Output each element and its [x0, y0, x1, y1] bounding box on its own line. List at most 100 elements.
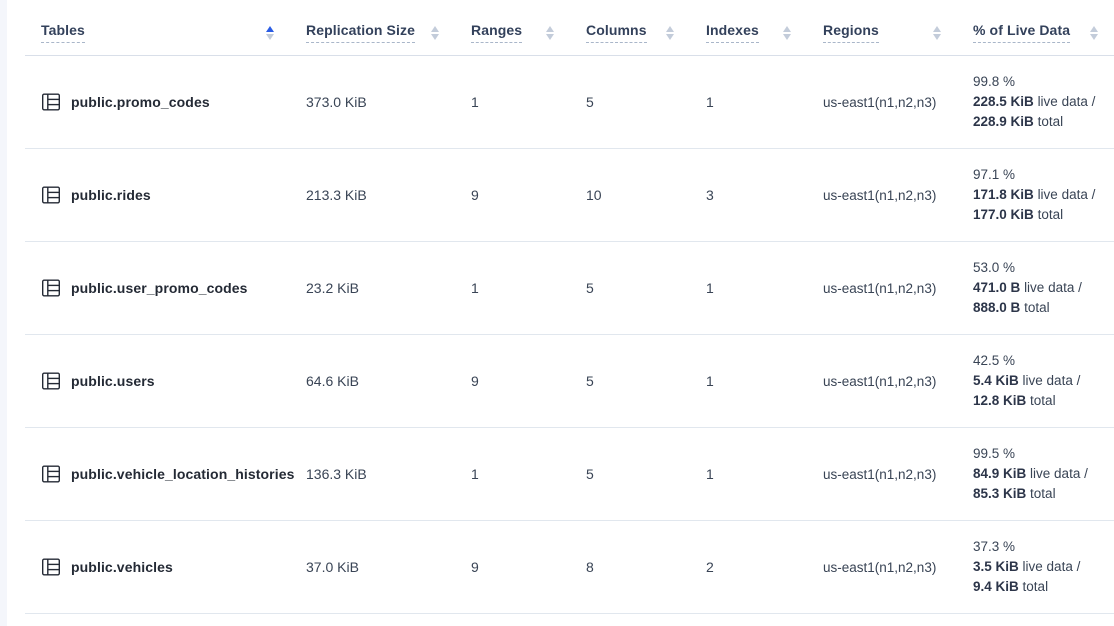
table-icon: [41, 464, 61, 484]
regions-cell: us-east1(n1,n2,n3): [807, 56, 957, 149]
column-header-label: Regions: [823, 22, 879, 43]
live-data-size: 171.8 KiB live data /: [973, 185, 1106, 205]
columns-cell: 5: [570, 56, 690, 149]
column-header-label: Tables: [41, 22, 85, 43]
column-header-regions[interactable]: Regions: [807, 0, 957, 56]
total-data-size: 888.0 B total: [973, 298, 1106, 318]
database-tables-table: Tables Replication Size Ranges: [25, 0, 1114, 614]
column-header-label: Ranges: [471, 22, 522, 43]
table-name-cell[interactable]: public.promo_codes: [25, 56, 290, 149]
replication-size-cell: 64.6 KiB: [290, 335, 455, 428]
tables-panel: Tables Replication Size Ranges: [7, 0, 1114, 626]
table-row[interactable]: public.vehicles 37.0 KiB 9 8 2 us-east1(…: [25, 521, 1114, 614]
ranges-cell: 1: [455, 428, 570, 521]
live-data-percent: 37.3 %: [973, 537, 1106, 557]
live-data-cell: 97.1 % 171.8 KiB live data / 177.0 KiB t…: [957, 149, 1114, 242]
table-icon: [41, 92, 61, 112]
columns-cell: 5: [570, 335, 690, 428]
total-data-size: 177.0 KiB total: [973, 205, 1106, 225]
table-row[interactable]: public.users 64.6 KiB 9 5 1 us-east1(n1,…: [25, 335, 1114, 428]
table-icon: [41, 185, 61, 205]
table-row[interactable]: public.promo_codes 373.0 KiB 1 5 1 us-ea…: [25, 56, 1114, 149]
replication-size-cell: 136.3 KiB: [290, 428, 455, 521]
column-header-label: Indexes: [706, 22, 759, 43]
columns-cell: 5: [570, 428, 690, 521]
live-data-percent: 97.1 %: [973, 165, 1106, 185]
live-data-cell: 99.5 % 84.9 KiB live data / 85.3 KiB tot…: [957, 428, 1114, 521]
ranges-cell: 9: [455, 335, 570, 428]
live-data-size: 228.5 KiB live data /: [973, 92, 1106, 112]
table-name-link[interactable]: public.user_promo_codes: [71, 280, 248, 296]
ranges-cell: 9: [455, 521, 570, 614]
column-header-ranges[interactable]: Ranges: [455, 0, 570, 56]
live-data-percent: 99.8 %: [973, 72, 1106, 92]
sort-icon[interactable]: [546, 26, 554, 40]
sort-icon[interactable]: [431, 26, 439, 40]
replication-size-cell: 37.0 KiB: [290, 521, 455, 614]
indexes-cell: 1: [690, 56, 807, 149]
table-name-link[interactable]: public.vehicles: [71, 559, 173, 575]
sort-icon[interactable]: [933, 26, 941, 40]
table-icon: [41, 371, 61, 391]
column-header-replication-size[interactable]: Replication Size: [290, 0, 455, 56]
table-name-link[interactable]: public.rides: [71, 187, 151, 203]
sort-icon[interactable]: [783, 26, 791, 40]
total-data-size: 9.4 KiB total: [973, 577, 1106, 597]
replication-size-cell: 23.2 KiB: [290, 242, 455, 335]
table-icon: [41, 557, 61, 577]
columns-cell: 10: [570, 149, 690, 242]
column-header-columns[interactable]: Columns: [570, 0, 690, 56]
sort-icon[interactable]: [1090, 26, 1098, 40]
table-name-link[interactable]: public.vehicle_location_histories: [71, 466, 294, 482]
page-gutter: [0, 0, 7, 626]
table-name-cell[interactable]: public.vehicle_location_histories: [25, 428, 290, 521]
table-name-cell[interactable]: public.vehicles: [25, 521, 290, 614]
table-header-row: Tables Replication Size Ranges: [25, 0, 1114, 56]
table-name-cell[interactable]: public.rides: [25, 149, 290, 242]
live-data-percent: 42.5 %: [973, 351, 1106, 371]
live-data-size: 471.0 B live data /: [973, 278, 1106, 298]
replication-size-cell: 373.0 KiB: [290, 56, 455, 149]
table-name-cell[interactable]: public.users: [25, 335, 290, 428]
total-data-size: 228.9 KiB total: [973, 112, 1106, 132]
column-header-tables[interactable]: Tables: [25, 0, 290, 56]
live-data-size: 3.5 KiB live data /: [973, 557, 1106, 577]
columns-cell: 8: [570, 521, 690, 614]
live-data-size: 5.4 KiB live data /: [973, 371, 1106, 391]
indexes-cell: 3: [690, 149, 807, 242]
sort-asc-active-icon[interactable]: [266, 26, 274, 40]
indexes-cell: 1: [690, 335, 807, 428]
live-data-cell: 37.3 % 3.5 KiB live data / 9.4 KiB total: [957, 521, 1114, 614]
replication-size-cell: 213.3 KiB: [290, 149, 455, 242]
indexes-cell: 1: [690, 242, 807, 335]
live-data-cell: 99.8 % 228.5 KiB live data / 228.9 KiB t…: [957, 56, 1114, 149]
live-data-size: 84.9 KiB live data /: [973, 464, 1106, 484]
table-row[interactable]: public.vehicle_location_histories 136.3 …: [25, 428, 1114, 521]
table-name-link[interactable]: public.users: [71, 373, 155, 389]
table-name-cell[interactable]: public.user_promo_codes: [25, 242, 290, 335]
regions-cell: us-east1(n1,n2,n3): [807, 149, 957, 242]
total-data-size: 85.3 KiB total: [973, 484, 1106, 504]
column-header-indexes[interactable]: Indexes: [690, 0, 807, 56]
indexes-cell: 1: [690, 428, 807, 521]
live-data-percent: 53.0 %: [973, 258, 1106, 278]
live-data-cell: 42.5 % 5.4 KiB live data / 12.8 KiB tota…: [957, 335, 1114, 428]
ranges-cell: 1: [455, 56, 570, 149]
columns-cell: 5: [570, 242, 690, 335]
regions-cell: us-east1(n1,n2,n3): [807, 521, 957, 614]
table-row[interactable]: public.user_promo_codes 23.2 KiB 1 5 1 u…: [25, 242, 1114, 335]
regions-cell: us-east1(n1,n2,n3): [807, 242, 957, 335]
column-header-label: Replication Size: [306, 22, 415, 43]
sort-icon[interactable]: [666, 26, 674, 40]
column-header-label: % of Live Data: [973, 22, 1070, 43]
live-data-cell: 53.0 % 471.0 B live data / 888.0 B total: [957, 242, 1114, 335]
total-data-size: 12.8 KiB total: [973, 391, 1106, 411]
column-header-label: Columns: [586, 22, 647, 43]
table-row[interactable]: public.rides 213.3 KiB 9 10 3 us-east1(n…: [25, 149, 1114, 242]
table-name-link[interactable]: public.promo_codes: [71, 94, 210, 110]
regions-cell: us-east1(n1,n2,n3): [807, 428, 957, 521]
ranges-cell: 1: [455, 242, 570, 335]
column-header-live-data[interactable]: % of Live Data: [957, 0, 1114, 56]
table-icon: [41, 278, 61, 298]
ranges-cell: 9: [455, 149, 570, 242]
